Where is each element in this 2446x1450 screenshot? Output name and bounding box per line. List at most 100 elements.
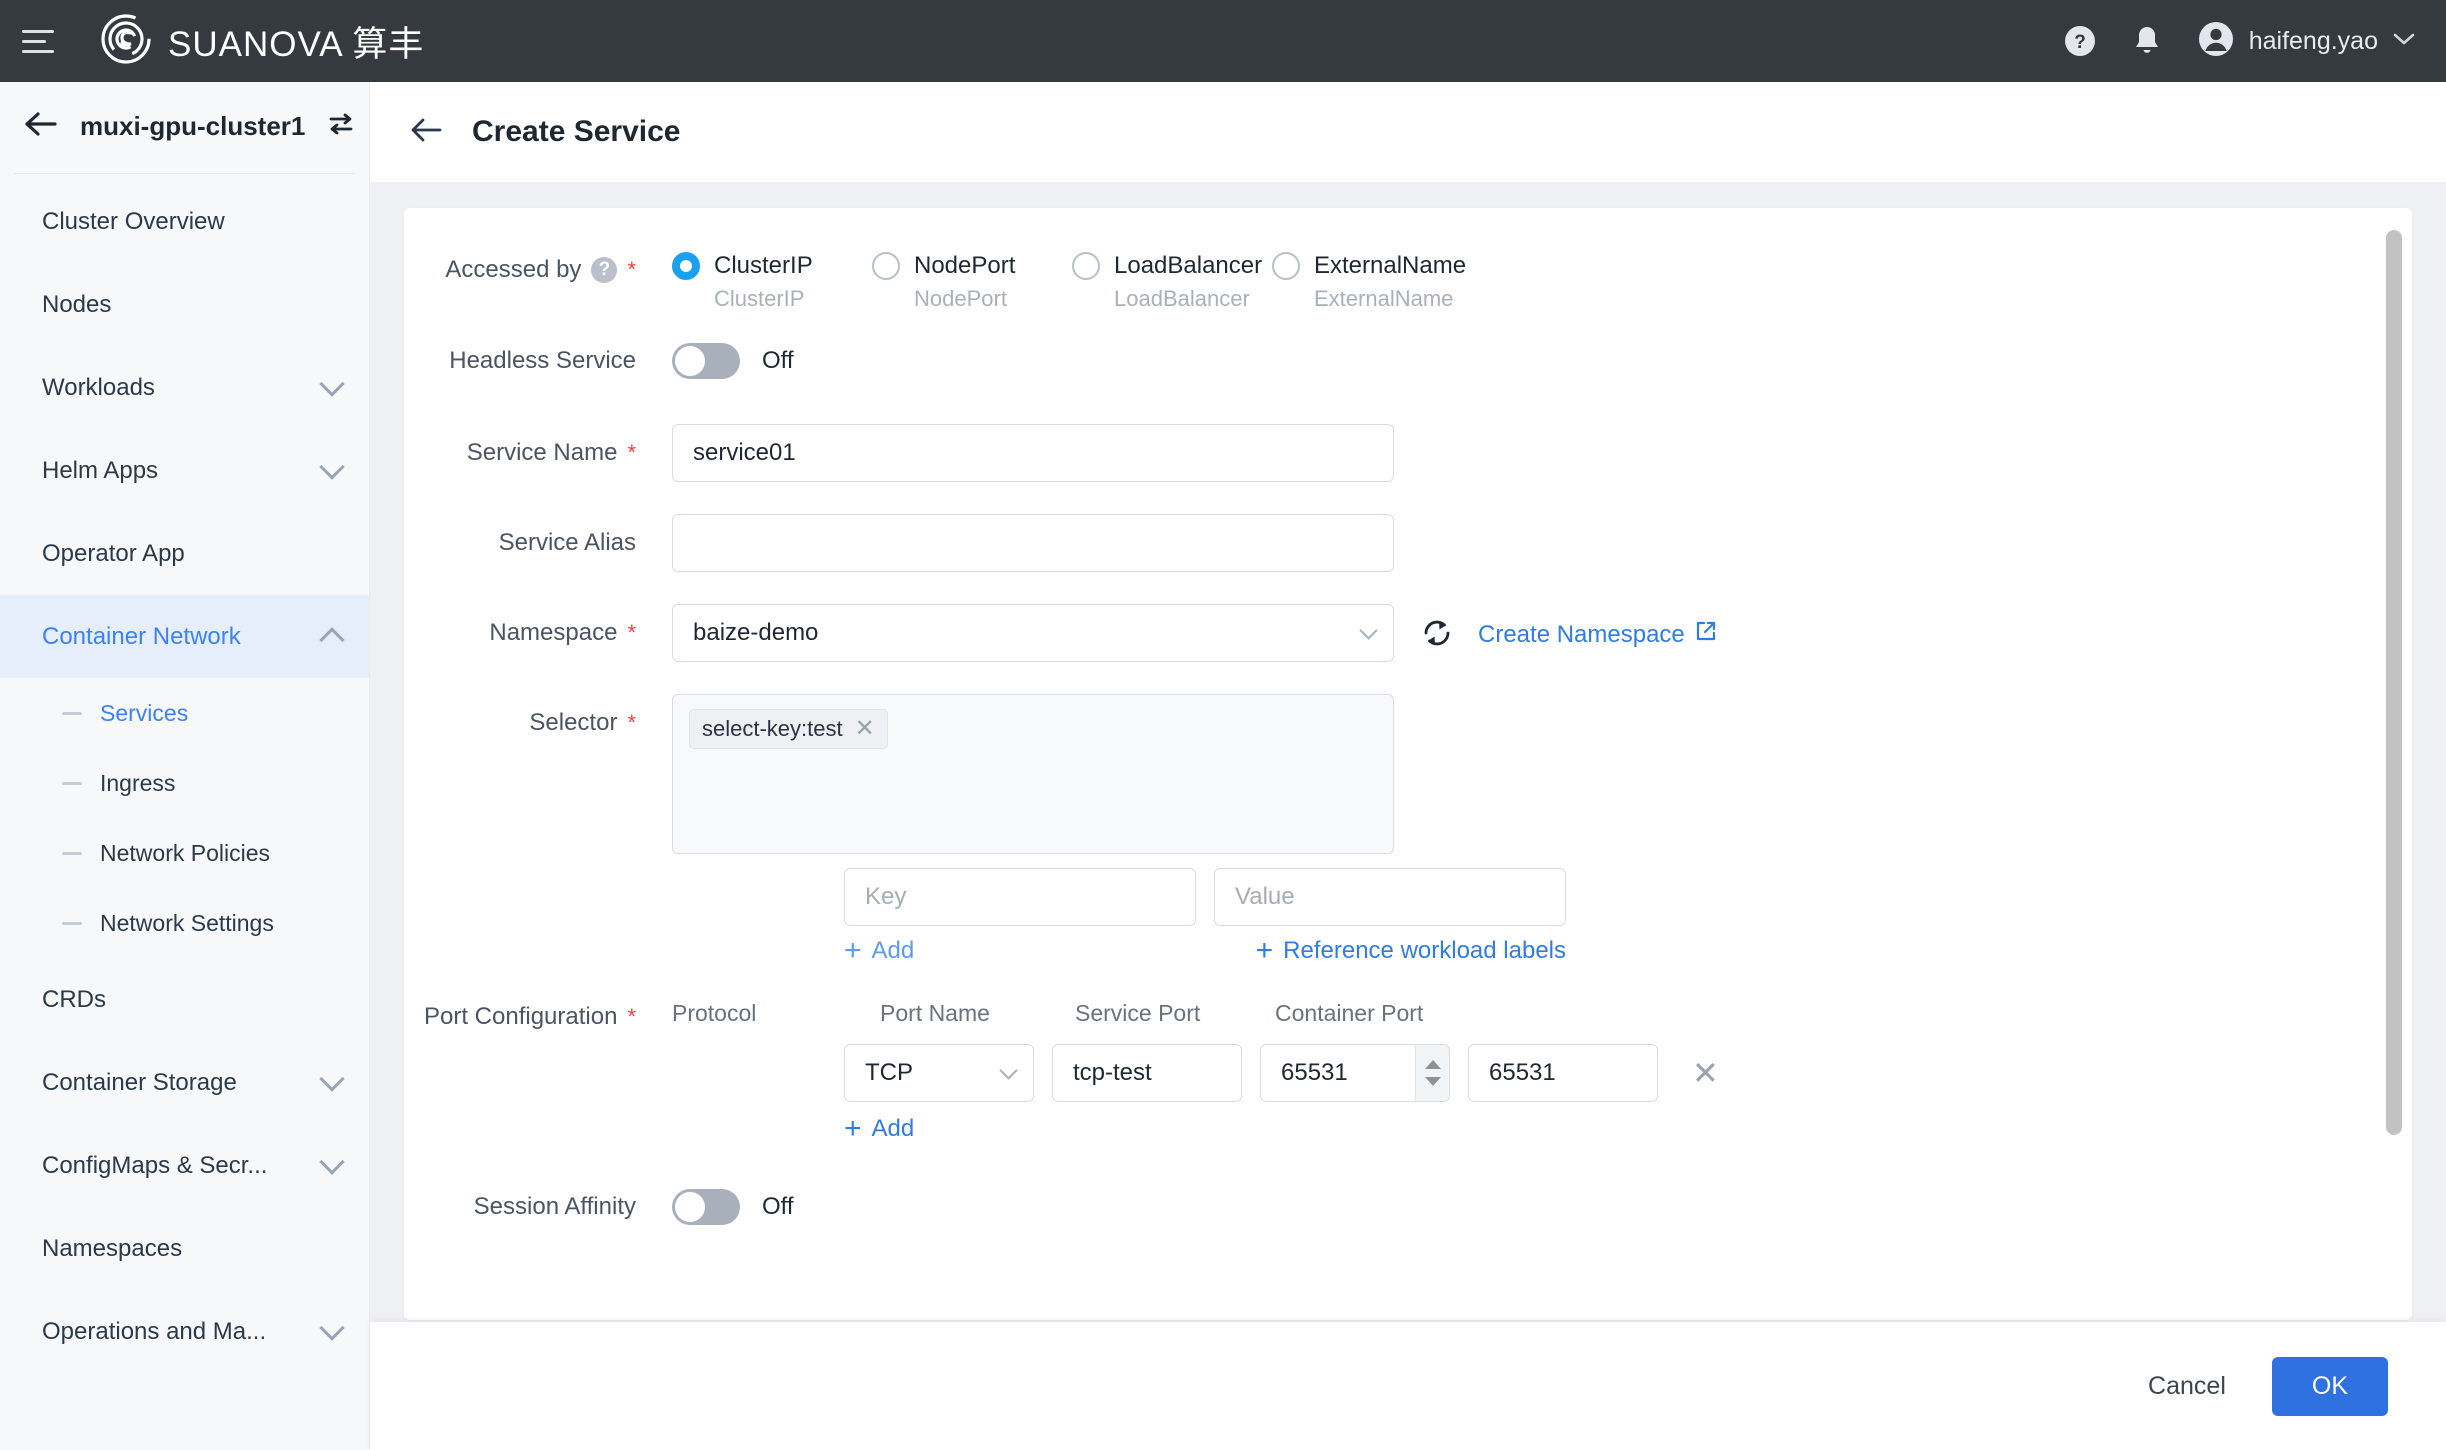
service-port-stepper[interactable]: 65531 xyxy=(1260,1044,1450,1102)
selector-kv-row: Key Value xyxy=(404,868,2412,926)
radio-label: ExternalName xyxy=(1314,252,1467,279)
reference-workload-labels-button[interactable]: + Reference workload labels xyxy=(1256,936,1566,966)
radio-option-clusterip[interactable]: ClusterIP ClusterIP xyxy=(672,252,872,312)
back-arrow-icon[interactable] xyxy=(24,110,58,143)
selector-value-input[interactable]: Value xyxy=(1214,868,1566,926)
vertical-scrollbar[interactable] xyxy=(2386,230,2402,1302)
remove-port-row-icon[interactable]: ✕ xyxy=(1692,1057,1719,1089)
container-port-input[interactable]: 65531 xyxy=(1468,1044,1658,1102)
sidebar-nav: Cluster Overview Nodes Workloads Helm Ap… xyxy=(0,174,369,1373)
bell-icon[interactable] xyxy=(2131,24,2163,58)
radio-option-externalname[interactable]: ExternalName ExternalName xyxy=(1272,252,1472,312)
service-name-input[interactable]: service01 xyxy=(672,424,1394,482)
sidebar-item-operator-app[interactable]: Operator App xyxy=(0,512,369,595)
help-icon[interactable]: ? xyxy=(2063,24,2097,58)
chevron-down-icon[interactable] xyxy=(319,1148,345,1175)
user-menu[interactable]: haifeng.yao xyxy=(2197,20,2416,63)
sidebar-item-operations-and-maintenance[interactable]: Operations and Ma... xyxy=(0,1290,369,1373)
selector-label-group: Selector * xyxy=(404,694,654,752)
spinner-up-icon[interactable] xyxy=(1424,1060,1441,1069)
port-name-input[interactable]: tcp-test xyxy=(1052,1044,1242,1102)
svg-text:?: ? xyxy=(2074,32,2086,53)
page-back-arrow-icon[interactable] xyxy=(410,117,442,148)
selector-tag[interactable]: select-key:test ✕ xyxy=(689,709,888,749)
port-add-button[interactable]: + Add xyxy=(844,1114,914,1144)
brand-logo[interactable]: SUANOVA 算丰 xyxy=(100,13,424,70)
protocol-value: TCP xyxy=(865,1059,913,1086)
selector-actions: + Add + Reference workload labels xyxy=(844,936,1566,966)
radio-indicator[interactable] xyxy=(672,252,700,280)
plus-icon: + xyxy=(844,934,862,967)
sidebar-subitem-ingress[interactable]: Ingress xyxy=(0,748,369,818)
chevron-down-icon xyxy=(1359,620,1378,640)
remove-tag-icon[interactable]: ✕ xyxy=(855,717,875,741)
help-circle-icon[interactable]: ? xyxy=(591,257,618,284)
session-affinity-state: Off xyxy=(762,1193,794,1220)
menu-toggle-icon[interactable] xyxy=(22,26,60,56)
session-affinity-toggle[interactable] xyxy=(672,1189,740,1225)
accessed-by-label-group: Accessed by ? * xyxy=(404,252,654,285)
namespace-select[interactable]: baize-demo xyxy=(672,604,1394,662)
protocol-select[interactable]: TCP xyxy=(844,1044,1034,1102)
service-port-spinner[interactable] xyxy=(1415,1045,1449,1101)
headless-service-toggle-group: Off xyxy=(672,332,794,390)
switch-cluster-icon[interactable] xyxy=(327,111,355,142)
sidebar-subitem-network-settings[interactable]: Network Settings xyxy=(0,888,369,958)
sidebar-item-label: Nodes xyxy=(42,290,112,318)
radio-indicator[interactable] xyxy=(1072,252,1100,280)
radio-option-nodeport[interactable]: NodePort NodePort xyxy=(872,252,1072,312)
accessed-by-row: Accessed by ? * ClusterIP ClusterIP Node… xyxy=(404,252,2412,312)
headless-service-row: Headless Service Off xyxy=(404,332,2412,390)
create-namespace-link[interactable]: Create Namespace xyxy=(1478,620,1717,649)
suanova-logo-icon xyxy=(100,13,152,70)
headless-service-label-group: Headless Service xyxy=(404,332,654,390)
plus-icon: + xyxy=(844,1112,862,1145)
namespace-row: Namespace * baize-demo Create Namespace xyxy=(404,604,2412,662)
chevron-down-icon[interactable] xyxy=(319,453,345,480)
headless-service-toggle[interactable] xyxy=(672,343,740,379)
sidebar-item-container-storage[interactable]: Container Storage xyxy=(0,1041,369,1124)
service-alias-label: Service Alias xyxy=(498,528,636,556)
port-configuration-label: Port Configuration xyxy=(423,1002,618,1030)
sidebar-item-label: Workloads xyxy=(42,373,155,401)
sidebar-item-label: Namespaces xyxy=(42,1234,183,1262)
accessed-by-label: Accessed by xyxy=(445,256,582,283)
selector-tags-box[interactable]: select-key:test ✕ xyxy=(672,694,1394,854)
sidebar: muxi-gpu-cluster1 Cluster Overview Nodes… xyxy=(0,82,370,1450)
sidebar-item-container-network[interactable]: Container Network xyxy=(0,595,369,678)
namespace-label: Namespace xyxy=(489,618,618,646)
sidebar-item-label: Operator App xyxy=(42,539,185,567)
chevron-down-icon[interactable] xyxy=(319,1065,345,1092)
sidebar-item-namespaces[interactable]: Namespaces xyxy=(0,1207,369,1290)
refresh-namespaces-icon[interactable] xyxy=(1420,616,1454,655)
chevron-down-icon[interactable] xyxy=(319,1314,345,1341)
radio-label: NodePort xyxy=(914,252,1016,279)
radio-label: LoadBalancer xyxy=(1114,252,1263,279)
sidebar-subitem-services[interactable]: Services xyxy=(0,678,369,748)
chevron-up-icon[interactable] xyxy=(319,626,345,653)
radio-indicator[interactable] xyxy=(1272,252,1300,280)
service-alias-input[interactable] xyxy=(672,514,1394,572)
sidebar-item-crds[interactable]: CRDs xyxy=(0,958,369,1041)
sidebar-item-helm-apps[interactable]: Helm Apps xyxy=(0,429,369,512)
sidebar-item-nodes[interactable]: Nodes xyxy=(0,263,369,346)
selector-add-button[interactable]: + Add xyxy=(844,936,914,966)
ok-button[interactable]: OK xyxy=(2271,1356,2388,1416)
radio-indicator[interactable] xyxy=(872,252,900,280)
sidebar-item-cluster-overview[interactable]: Cluster Overview xyxy=(0,180,369,263)
cancel-button[interactable]: Cancel xyxy=(2148,1372,2226,1401)
cluster-name: muxi-gpu-cluster1 xyxy=(80,111,306,141)
sidebar-subitem-network-policies[interactable]: Network Policies xyxy=(0,818,369,888)
column-header-protocol: Protocol xyxy=(672,1000,757,1026)
selector-key-input[interactable]: Key xyxy=(844,868,1196,926)
spinner-down-icon[interactable] xyxy=(1424,1077,1441,1086)
sidebar-item-configmaps-secrets[interactable]: ConfigMaps & Secr... xyxy=(0,1124,369,1207)
session-affinity-row: Session Affinity Off xyxy=(404,1178,2412,1236)
chevron-down-icon[interactable] xyxy=(2392,31,2416,52)
selector-tag-label: select-key:test xyxy=(702,716,843,741)
sidebar-item-workloads[interactable]: Workloads xyxy=(0,346,369,429)
session-affinity-label: Session Affinity xyxy=(473,1192,636,1220)
scrollbar-thumb[interactable] xyxy=(2386,230,2402,1135)
chevron-down-icon[interactable] xyxy=(319,370,345,397)
radio-option-loadbalancer[interactable]: LoadBalancer LoadBalancer xyxy=(1072,252,1272,312)
